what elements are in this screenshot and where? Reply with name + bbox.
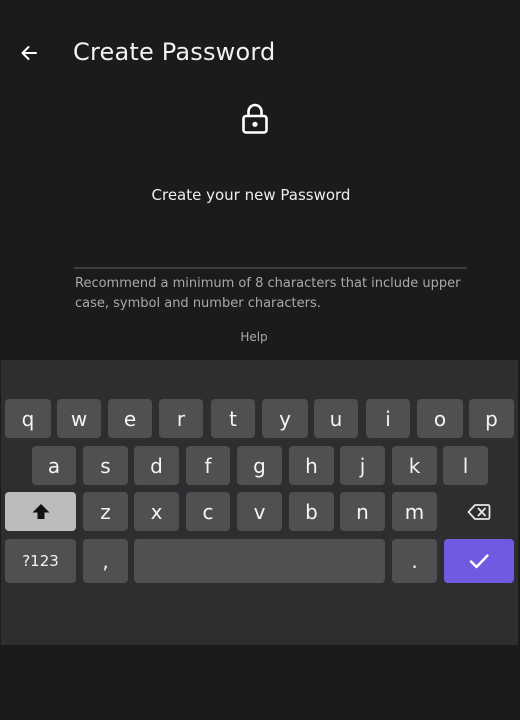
app-header: Create Password xyxy=(0,0,520,105)
shift-key[interactable] xyxy=(5,492,76,531)
backspace-icon xyxy=(467,503,491,520)
space-key[interactable] xyxy=(134,539,385,583)
key-s[interactable]: s xyxy=(83,446,128,485)
password-field[interactable] xyxy=(74,232,467,269)
key-z[interactable]: z xyxy=(83,492,128,531)
key-n[interactable]: n xyxy=(340,492,385,531)
key-o[interactable]: o xyxy=(417,399,463,438)
help-link[interactable]: Help xyxy=(0,328,508,346)
key-a[interactable]: a xyxy=(32,446,76,485)
key-b[interactable]: b xyxy=(289,492,334,531)
key-m[interactable]: m xyxy=(392,492,437,531)
key-t[interactable]: t xyxy=(211,399,255,438)
key-l[interactable]: l xyxy=(443,446,488,485)
symbols-key[interactable]: ?123 xyxy=(5,539,76,583)
key-i[interactable]: i xyxy=(366,399,410,438)
key-u[interactable]: u xyxy=(314,399,358,438)
shift-icon xyxy=(32,503,49,519)
key-period[interactable]: . xyxy=(392,539,437,583)
key-v[interactable]: v xyxy=(237,492,282,531)
back-button[interactable] xyxy=(14,38,44,68)
key-p[interactable]: p xyxy=(469,399,514,438)
key-j[interactable]: j xyxy=(340,446,385,485)
key-c[interactable]: c xyxy=(186,492,230,531)
on-screen-keyboard: q w e r t y u i o p a s d f g h j k l z … xyxy=(1,360,518,645)
key-x[interactable]: x xyxy=(134,492,179,531)
lock-icon xyxy=(242,103,268,134)
key-d[interactable]: d xyxy=(134,446,179,485)
key-y[interactable]: y xyxy=(262,399,308,438)
page-title: Create Password xyxy=(73,38,276,66)
key-r[interactable]: r xyxy=(159,399,203,438)
key-w[interactable]: w xyxy=(57,399,101,438)
password-hint: Recommend a minimum of 8 characters that… xyxy=(75,276,461,311)
key-e[interactable]: e xyxy=(108,399,152,438)
check-icon xyxy=(469,554,489,569)
key-k[interactable]: k xyxy=(392,446,437,485)
enter-key[interactable] xyxy=(444,539,514,583)
key-q[interactable]: q xyxy=(5,399,51,438)
prompt-text: Create your new Password xyxy=(151,186,351,204)
key-comma[interactable]: , xyxy=(83,539,128,583)
key-h[interactable]: h xyxy=(289,446,334,485)
arrow-left-icon xyxy=(21,46,37,60)
backspace-key[interactable] xyxy=(444,492,514,531)
key-f[interactable]: f xyxy=(186,446,230,485)
key-g[interactable]: g xyxy=(237,446,282,485)
